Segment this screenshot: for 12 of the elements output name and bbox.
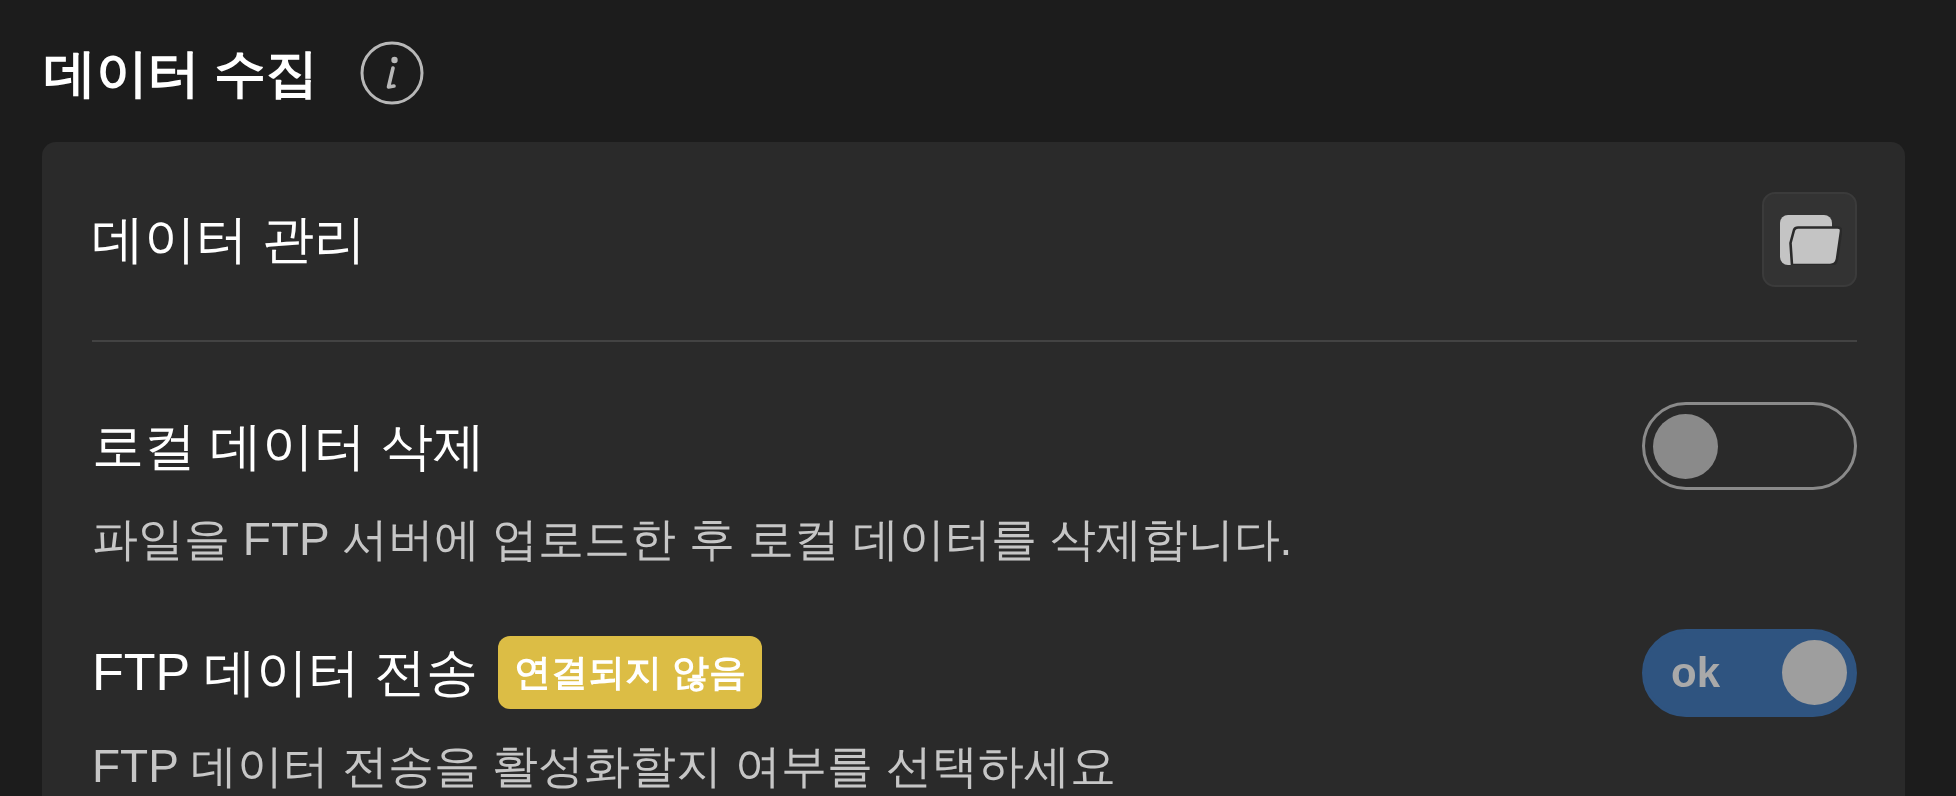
info-icon[interactable]	[360, 41, 425, 105]
setting-title: 데이터 관리	[92, 209, 367, 270]
setting-title: FTP 데이터 전송	[92, 642, 479, 704]
status-badge: 연결되지 않음	[498, 636, 763, 710]
section-title: 데이터 수집	[44, 42, 319, 104]
folder-button[interactable]	[1762, 192, 1857, 287]
toggle-switch[interactable]	[1642, 402, 1857, 490]
setting-description: 파일을 FTP 서버에 업로드한 후 로컬 데이터를 삭제합니다.	[92, 512, 1293, 567]
folder-icon	[1780, 214, 1842, 265]
toggle-switch[interactable]: ok	[1642, 628, 1857, 717]
setting-description: FTP 데이터 전송을 활성화할지 여부를 선택하세요	[92, 738, 1116, 794]
setting-title: 로컬 데이터 삭제	[92, 415, 485, 477]
